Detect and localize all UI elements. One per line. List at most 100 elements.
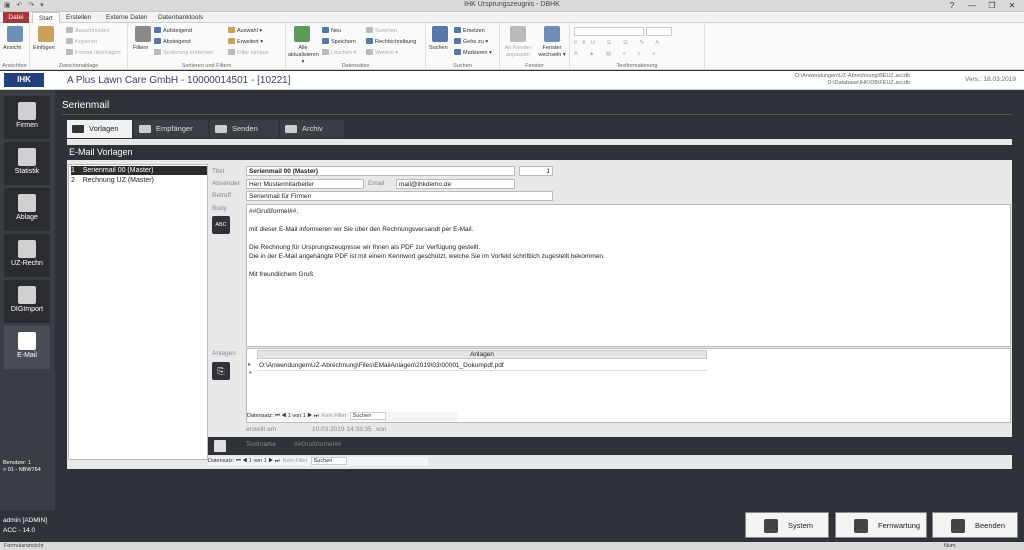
exit-button[interactable]: Beenden bbox=[932, 512, 1018, 538]
remote-support-button[interactable]: Fernwartung bbox=[835, 512, 927, 538]
mark-dropdown[interactable]: Markieren ▾ bbox=[454, 49, 492, 56]
fit-window-button[interactable]: An Fenster anpassen bbox=[502, 45, 534, 59]
sort-desc-button[interactable]: Absteigend bbox=[154, 38, 191, 45]
app-header: IHK A Plus Lawn Care GmbH - 10000014501 … bbox=[0, 71, 1024, 90]
tab-archiv[interactable]: Archiv bbox=[280, 120, 344, 138]
more-button[interactable]: Weitere ▾ bbox=[366, 49, 398, 56]
toggle-filter-icon bbox=[228, 49, 235, 55]
filter-button[interactable]: Filtern bbox=[133, 45, 148, 51]
copy-icon bbox=[66, 38, 73, 44]
ansicht-button[interactable]: Ansicht bbox=[3, 45, 21, 51]
system-button[interactable]: System bbox=[745, 512, 829, 538]
switch-window-button[interactable]: Fenster wechseln ▾ bbox=[536, 45, 568, 59]
prev-record-button[interactable]: ◀ bbox=[242, 458, 247, 464]
created-value: 10.03.2019 14:33:35 bbox=[312, 426, 372, 433]
title-label: Titel bbox=[212, 168, 225, 175]
help-button[interactable]: ? bbox=[942, 0, 962, 12]
format-painter-button[interactable]: Format übertragen bbox=[66, 49, 121, 56]
prev-record-button[interactable]: ◀ bbox=[281, 413, 286, 419]
fit-window-icon bbox=[510, 26, 526, 42]
body-field[interactable]: ##Grußformel##, mit dieser E-Mail inform… bbox=[246, 204, 1011, 347]
advanced-dropdown[interactable]: Erweitert ▾ bbox=[228, 38, 263, 45]
save-record-button[interactable]: Speichern bbox=[322, 38, 356, 45]
restore-button[interactable]: ❐ bbox=[982, 0, 1002, 12]
advanced-icon bbox=[228, 38, 235, 44]
tab-vorlagen[interactable]: Vorlagen bbox=[67, 120, 132, 138]
ribbon-tabs: Datei Start Erstellen Externe Daten Date… bbox=[0, 12, 1024, 23]
paste-button[interactable]: Einfügen bbox=[33, 45, 55, 51]
nav-ablage[interactable]: Ablage bbox=[4, 188, 50, 231]
attachments-record-navigator[interactable]: Datensatz: ⏮ ◀ 1 von 1 ▶ ⏭ Kein Filter S… bbox=[247, 412, 457, 421]
send-icon bbox=[215, 125, 227, 133]
body-line bbox=[249, 216, 1010, 225]
subject-field[interactable]: Serienmail für Firmen bbox=[246, 191, 553, 201]
template-list[interactable]: 1 Serienmail 00 (Master) 2 Rechnung UZ (… bbox=[68, 164, 208, 460]
company-title: A Plus Lawn Care GmbH - 10000014501 - [1… bbox=[67, 75, 291, 86]
title-number-field[interactable]: 1 bbox=[519, 166, 553, 176]
db-paths: O:\Anwendungen\UZ-Abrechnung\BEUZ.accdb … bbox=[770, 73, 910, 87]
cut-button[interactable]: Ausschneiden bbox=[66, 27, 110, 34]
email-field[interactable]: mail@ihkdemo.de bbox=[396, 179, 515, 189]
align-buttons[interactable]: A ▲ ▤ ≡ ≡ ≡ bbox=[574, 51, 660, 57]
toggle-filter-button[interactable]: Filter ein/aus bbox=[228, 49, 269, 56]
last-record-button[interactable]: ⏭ bbox=[314, 413, 319, 419]
body-line: Mit freundlichem Gruß bbox=[249, 271, 314, 278]
first-record-button[interactable]: ⏮ bbox=[275, 413, 280, 419]
minimize-button[interactable]: — bbox=[962, 0, 982, 12]
nav-statistik[interactable]: Statistik bbox=[4, 142, 50, 185]
tab-datei[interactable]: Datei bbox=[3, 12, 29, 23]
nav-digimport[interactable]: DIGImport bbox=[4, 280, 50, 323]
save-icon[interactable] bbox=[214, 440, 226, 452]
tab-start[interactable]: Start bbox=[32, 12, 60, 23]
record-search-field[interactable]: Suchen bbox=[349, 412, 387, 420]
network-icon bbox=[854, 519, 868, 533]
search-button[interactable]: Suchen bbox=[429, 45, 448, 51]
next-record-button[interactable]: ▶ bbox=[307, 413, 312, 419]
window-title: IHK Ursprungszeugnis - DBHK bbox=[464, 1, 560, 8]
paste-icon bbox=[38, 26, 54, 42]
created-label: erstellt am bbox=[246, 426, 276, 433]
list-item[interactable]: 2 Rechnung UZ (Master) bbox=[71, 176, 207, 185]
replace-button[interactable]: Ersetzen bbox=[454, 27, 485, 34]
new-record-button[interactable]: Neu bbox=[322, 27, 341, 34]
close-button[interactable]: ✕ bbox=[1002, 0, 1022, 12]
tab-empfaenger[interactable]: Empfänger bbox=[134, 120, 208, 138]
paperclip-icon[interactable]: ⎘ bbox=[212, 362, 230, 380]
totals-button[interactable]: Summen bbox=[366, 27, 397, 34]
copy-button[interactable]: Kopieren bbox=[66, 38, 97, 45]
tab-erstellen[interactable]: Erstellen bbox=[60, 12, 97, 23]
record-navigator[interactable]: Datensatz: ⏮ ◀ 1 von 1 ▶ ⏭ Kein Filter S… bbox=[208, 457, 428, 466]
sort-asc-button[interactable]: Aufsteigend bbox=[154, 27, 192, 34]
font-size-select[interactable] bbox=[646, 27, 672, 36]
nav-uz-rechn[interactable]: UZ-Rechn bbox=[4, 234, 50, 277]
tab-senden[interactable]: Senden bbox=[210, 120, 278, 138]
first-record-button[interactable]: ⏮ bbox=[236, 458, 241, 464]
books-icon bbox=[18, 194, 36, 212]
ribbon: Ansicht Ansichten Einfügen Ausschneiden … bbox=[0, 23, 1024, 70]
textmarke-value[interactable]: ##Grußformel## bbox=[294, 441, 341, 448]
title-field[interactable]: Serienmail 00 (Master) bbox=[246, 166, 515, 176]
remove-sort-button[interactable]: Sortierung entfernen bbox=[154, 49, 213, 56]
spellcheck-button[interactable]: ABC bbox=[212, 216, 230, 234]
last-record-button[interactable]: ⏭ bbox=[275, 458, 280, 464]
font-select[interactable] bbox=[574, 27, 644, 36]
switch-window-icon bbox=[544, 26, 560, 42]
format-buttons[interactable]: FKU ☰ ☰ ✎ A bbox=[574, 40, 664, 46]
nav-email[interactable]: E-Mail bbox=[4, 326, 50, 369]
attachment-row[interactable]: O:\Anwendungen\UZ-Abrechnung\Files\EMail… bbox=[257, 361, 707, 371]
exit-icon bbox=[951, 519, 965, 533]
attachments-column-header[interactable]: Anlagen bbox=[257, 350, 707, 359]
nav-firmen[interactable]: Firmen bbox=[4, 96, 50, 139]
delete-record-button[interactable]: Löschen ▾ bbox=[322, 49, 356, 56]
goto-dropdown[interactable]: Gehe zu ▾ bbox=[454, 38, 488, 45]
tab-datenbanktools[interactable]: Datenbanktools bbox=[152, 12, 209, 23]
row-selector[interactable]: ▸ bbox=[248, 361, 256, 370]
selection-dropdown[interactable]: Auswahl ▾ bbox=[228, 27, 262, 34]
sort-desc-icon bbox=[154, 38, 161, 44]
tab-externe-daten[interactable]: Externe Daten bbox=[100, 12, 154, 23]
record-search-field[interactable]: Suchen bbox=[310, 457, 348, 465]
list-item[interactable]: 1 Serienmail 00 (Master) bbox=[71, 166, 207, 175]
sender-field[interactable]: Herr Mustermitarbeiter bbox=[246, 179, 364, 189]
next-record-button[interactable]: ▶ bbox=[268, 458, 273, 464]
spelling-button[interactable]: Rechtschreibung bbox=[366, 38, 416, 45]
